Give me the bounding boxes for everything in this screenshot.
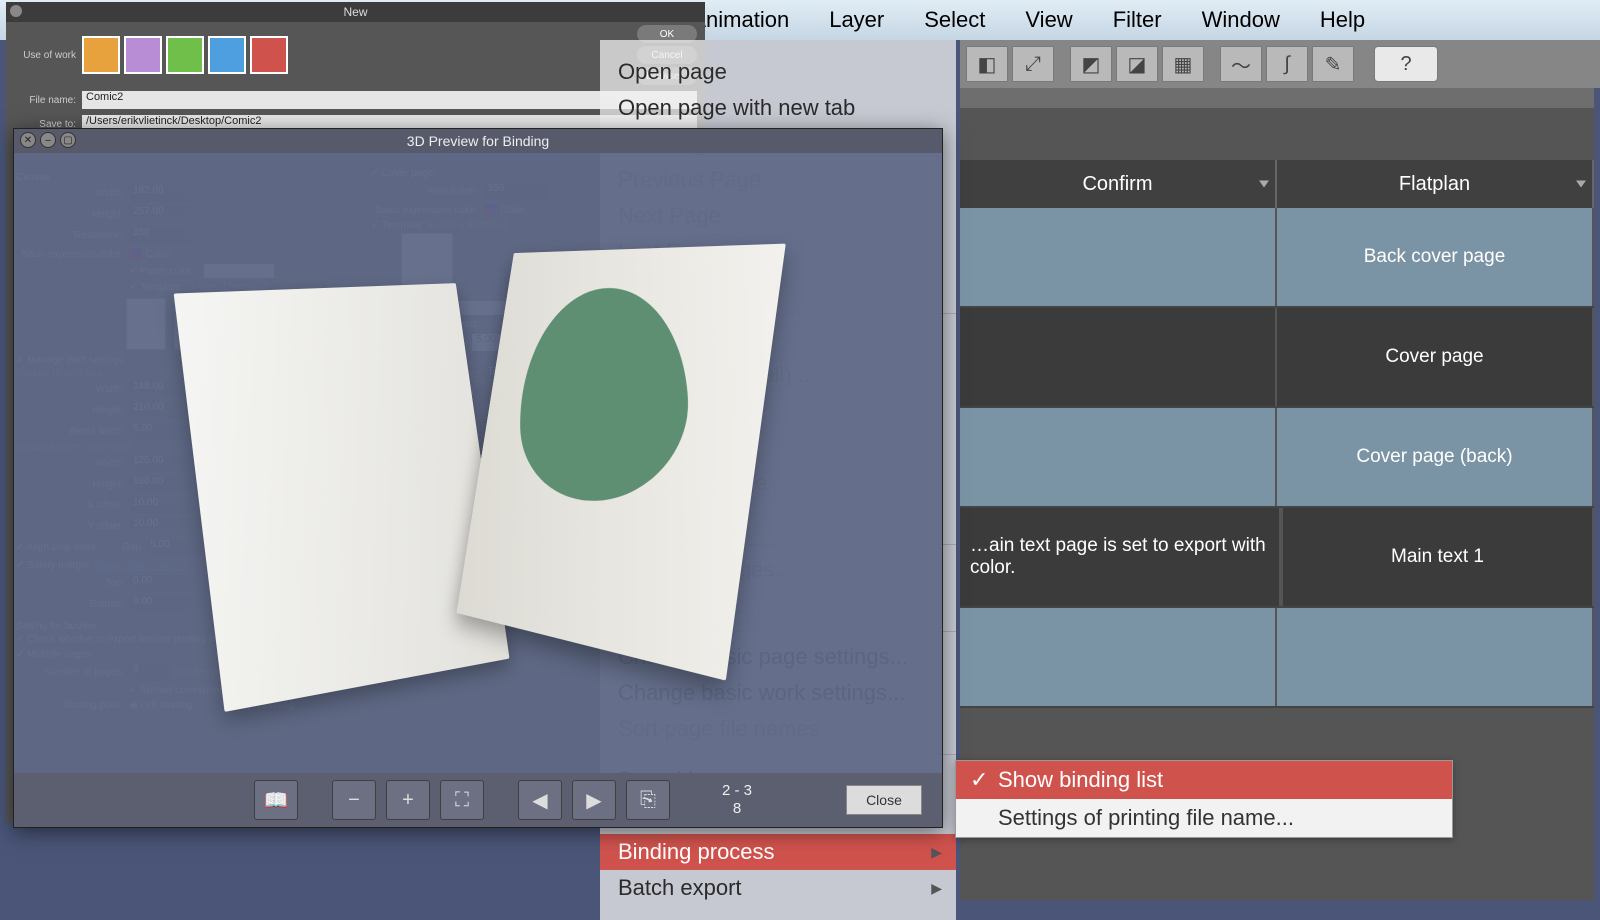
book-3d — [158, 243, 798, 683]
smi-printing-filename-settings[interactable]: Settings of printing file name... — [956, 799, 1452, 837]
tool-marquee-icon[interactable]: ▦ — [1162, 46, 1204, 82]
menu-view[interactable]: View — [1005, 3, 1092, 37]
use-icon-print[interactable] — [208, 36, 246, 74]
tool-grad-b-icon[interactable]: ◪ — [1116, 46, 1158, 82]
preview-title: 3D Preview for Binding — [407, 133, 549, 149]
bookview-icon[interactable]: 📖 — [254, 780, 298, 820]
fit-icon[interactable]: ⛶ — [440, 780, 484, 820]
menu-filter[interactable]: Filter — [1093, 3, 1182, 37]
menu-window[interactable]: Window — [1182, 3, 1300, 37]
close-icon[interactable] — [10, 5, 22, 17]
tool-grad-a-icon[interactable]: ◩ — [1070, 46, 1112, 82]
next-page-icon[interactable]: ▶ — [572, 780, 616, 820]
table-row[interactable] — [960, 608, 1594, 708]
col-confirm[interactable]: Confirm — [960, 160, 1277, 208]
use-icon-comic[interactable] — [166, 36, 204, 74]
table-row[interactable]: Back cover page — [960, 208, 1594, 308]
zoom-out-icon[interactable]: − — [332, 780, 376, 820]
table-row[interactable]: Cover page — [960, 308, 1594, 408]
mi-open-page-tab[interactable]: Open page with new tab — [600, 90, 956, 126]
page-indicator: 2 - 3 8 — [722, 782, 752, 818]
dialog-titlebar: New — [6, 2, 705, 22]
file-name-label: File name: — [14, 95, 76, 106]
use-icon-webtoon[interactable] — [124, 36, 162, 74]
use-icon-animation[interactable] — [250, 36, 288, 74]
window-maximize-icon[interactable]: ▢ — [60, 132, 76, 148]
use-of-work-label: Use of work — [14, 50, 76, 61]
toolbar: ◧ ⤢ ◩ ◪ ▦ 〜 ∫ ✎ ? — [960, 40, 1600, 88]
col-flatplan[interactable]: Flatplan — [1277, 160, 1594, 208]
menu-help[interactable]: Help — [1300, 3, 1385, 37]
binding-process-submenu: ✓Show binding list Settings of printing … — [955, 760, 1453, 838]
copy-icon[interactable]: ⎘ — [626, 780, 670, 820]
smi-show-binding-list[interactable]: ✓Show binding list — [956, 761, 1452, 799]
menu-layer[interactable]: Layer — [809, 3, 904, 37]
book-page-right — [456, 244, 785, 681]
preview-viewport[interactable] — [14, 153, 942, 773]
table-row: …ain text page is set to export with col… — [960, 508, 1594, 608]
tool-fill-icon[interactable]: ◧ — [966, 46, 1008, 82]
tool-curve-a-icon[interactable]: 〜 — [1220, 46, 1262, 82]
book-page-left — [174, 283, 510, 712]
window-minimize-icon[interactable]: – — [40, 132, 56, 148]
use-icon-illustration[interactable] — [82, 36, 120, 74]
preview-window: ✕ – ▢ 3D Preview for Binding 📖 − + ⛶ ◀ ▶… — [13, 128, 943, 828]
tool-transform-icon[interactable]: ⤢ — [1012, 46, 1054, 82]
preview-toolbar: 📖 − + ⛶ ◀ ▶ ⎘ 2 - 3 8 Close — [14, 773, 942, 827]
mi-open-page[interactable]: Open page — [600, 54, 956, 90]
tool-curve-b-icon[interactable]: ∫ — [1266, 46, 1308, 82]
zoom-in-icon[interactable]: + — [386, 780, 430, 820]
tool-pencil-icon[interactable]: ✎ — [1312, 46, 1354, 82]
preview-close-button[interactable]: Close — [846, 785, 922, 815]
window-close-icon[interactable]: ✕ — [20, 132, 36, 148]
help-button[interactable]: ? — [1374, 46, 1438, 82]
prev-page-icon[interactable]: ◀ — [518, 780, 562, 820]
mi-binding-process[interactable]: Binding process — [600, 834, 956, 870]
mi-batch-export[interactable]: Batch export — [600, 870, 956, 906]
menu-select[interactable]: Select — [904, 3, 1005, 37]
table-row[interactable]: Cover page (back) — [960, 408, 1594, 508]
